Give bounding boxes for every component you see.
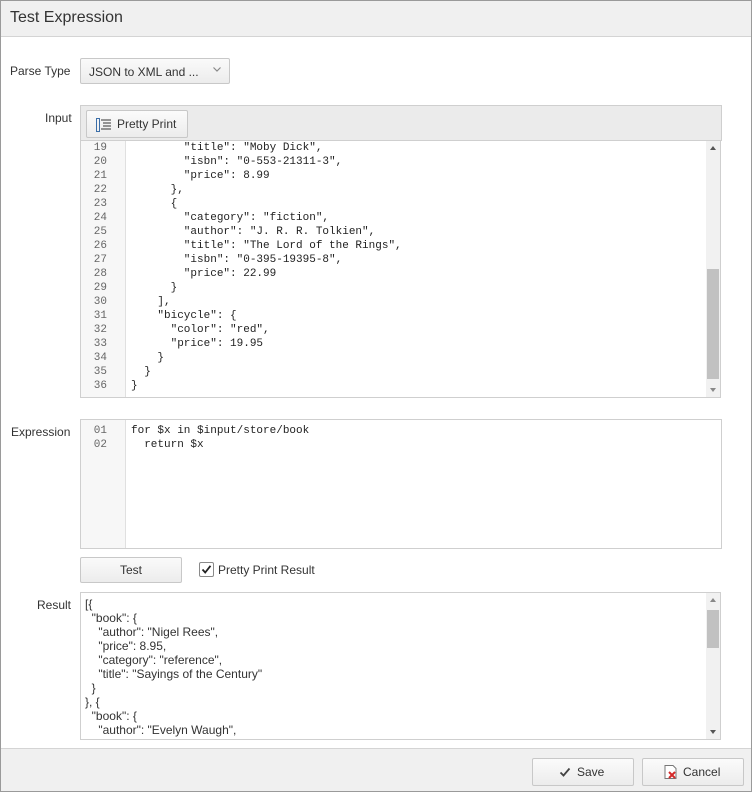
code-line: "author": "J. R. R. Tolkien", <box>131 226 376 238</box>
result-line: } <box>85 681 96 695</box>
result-line: "category": "reference", <box>85 653 223 667</box>
line-number: 24 <box>93 212 107 224</box>
chevron-down-icon <box>213 67 221 72</box>
result-line: "book": { <box>85 709 137 723</box>
result-line: "book": { <box>85 611 137 625</box>
line-number: 29 <box>93 282 107 294</box>
save-button[interactable]: Save <box>532 758 634 786</box>
input-toolbar: Pretty Print <box>80 105 722 141</box>
line-number: 27 <box>93 254 107 266</box>
checkmark-icon <box>201 565 212 574</box>
scroll-up-icon[interactable] <box>706 141 720 155</box>
dialog-titlebar: Test Expression <box>1 1 751 37</box>
line-number: 02 <box>93 439 107 451</box>
code-line: "isbn": "0-553-21311-3", <box>131 156 343 168</box>
result-scrollbar[interactable] <box>706 593 720 739</box>
input-label: Input <box>45 111 72 125</box>
line-number: 28 <box>93 268 107 280</box>
cancel-icon <box>664 765 677 779</box>
line-number: 31 <box>93 310 107 322</box>
save-label: Save <box>577 765 605 779</box>
input-editor[interactable]: 19 "title": "Moby Dick", 20 "isbn": "0-55… <box>80 140 721 398</box>
code-line: }, <box>131 184 184 196</box>
result-line: "author": "Nigel Rees", <box>85 625 219 639</box>
code-line: { <box>131 198 178 210</box>
line-number: 21 <box>93 170 107 182</box>
pretty-print-button[interactable]: Pretty Print <box>86 110 188 138</box>
result-label: Result <box>37 598 72 612</box>
line-number: 01 <box>93 425 107 437</box>
code-line: } <box>131 380 138 392</box>
line-number: 22 <box>93 184 107 196</box>
result-line: "author": "Evelyn Waugh", <box>85 723 237 737</box>
code-line: "category": "fiction", <box>131 212 330 224</box>
line-number: 20 <box>93 156 107 168</box>
parse-type-label: Parse Type <box>10 64 71 78</box>
scroll-down-icon[interactable] <box>706 383 720 397</box>
line-number: 32 <box>93 324 107 336</box>
line-number: 25 <box>93 226 107 238</box>
dialog-footer: Save Cancel <box>1 748 751 791</box>
dialog-title: Test Expression <box>10 9 123 26</box>
input-scrollbar[interactable] <box>706 141 720 397</box>
code-line: } <box>131 282 178 294</box>
result-line: "price": 12.99, <box>85 737 173 739</box>
code-line: "title": "The Lord of the Rings", <box>131 240 402 252</box>
test-button[interactable]: Test <box>80 557 182 583</box>
line-number: 33 <box>93 338 107 350</box>
result-line: [{ <box>85 597 93 611</box>
code-line: } <box>131 352 165 364</box>
code-line: } <box>131 366 151 378</box>
code-line: "isbn": "0-395-19395-8", <box>131 254 343 266</box>
pretty-print-result-label: Pretty Print Result <box>218 563 315 577</box>
pretty-print-result-checkbox[interactable] <box>199 562 214 577</box>
line-number: 23 <box>93 198 107 210</box>
line-number: 34 <box>93 352 107 364</box>
code-line: ], <box>131 296 171 308</box>
code-line: "color": "red", <box>131 324 270 336</box>
line-number: 26 <box>93 240 107 252</box>
pretty-print-icon <box>96 118 111 132</box>
result-line: "title": "Sayings of the Century" <box>85 667 263 681</box>
input-scroll-thumb[interactable] <box>707 269 719 379</box>
expression-label: Expression <box>11 425 71 439</box>
line-number: 30 <box>93 296 107 308</box>
pretty-print-label: Pretty Print <box>117 117 177 131</box>
result-line: }, { <box>85 695 100 709</box>
cancel-label: Cancel <box>683 765 721 779</box>
code-line: "price": 19.95 <box>131 338 264 350</box>
cancel-button[interactable]: Cancel <box>642 758 744 786</box>
checkmark-icon <box>559 767 571 777</box>
code-line: for $x in $input/store/book <box>131 425 310 437</box>
parse-type-value: JSON to XML and ... <box>89 65 199 79</box>
code-line: "price": 22.99 <box>131 268 277 280</box>
scroll-down-icon[interactable] <box>706 725 720 739</box>
code-line: "title": "Moby Dick", <box>131 142 323 154</box>
code-line: "bicycle": { <box>131 310 237 322</box>
line-number: 36 <box>93 380 107 392</box>
line-number: 19 <box>93 142 107 154</box>
line-number: 35 <box>93 366 107 378</box>
result-line: "price": 8.95, <box>85 639 167 653</box>
result-scroll-thumb[interactable] <box>707 610 719 648</box>
code-line: return $x <box>131 439 204 451</box>
parse-type-select[interactable]: JSON to XML and ... <box>80 58 230 84</box>
scroll-up-icon[interactable] <box>706 593 720 607</box>
expression-editor[interactable]: 01 for $x in $input/store/book 02 return $… <box>80 419 722 549</box>
test-expression-dialog: Test Expression Parse Type JSON to XML a… <box>0 0 752 792</box>
result-output[interactable]: [{ "book": { "author": "Nigel Rees", "pr… <box>80 592 721 740</box>
code-line: "price": 8.99 <box>131 170 270 182</box>
